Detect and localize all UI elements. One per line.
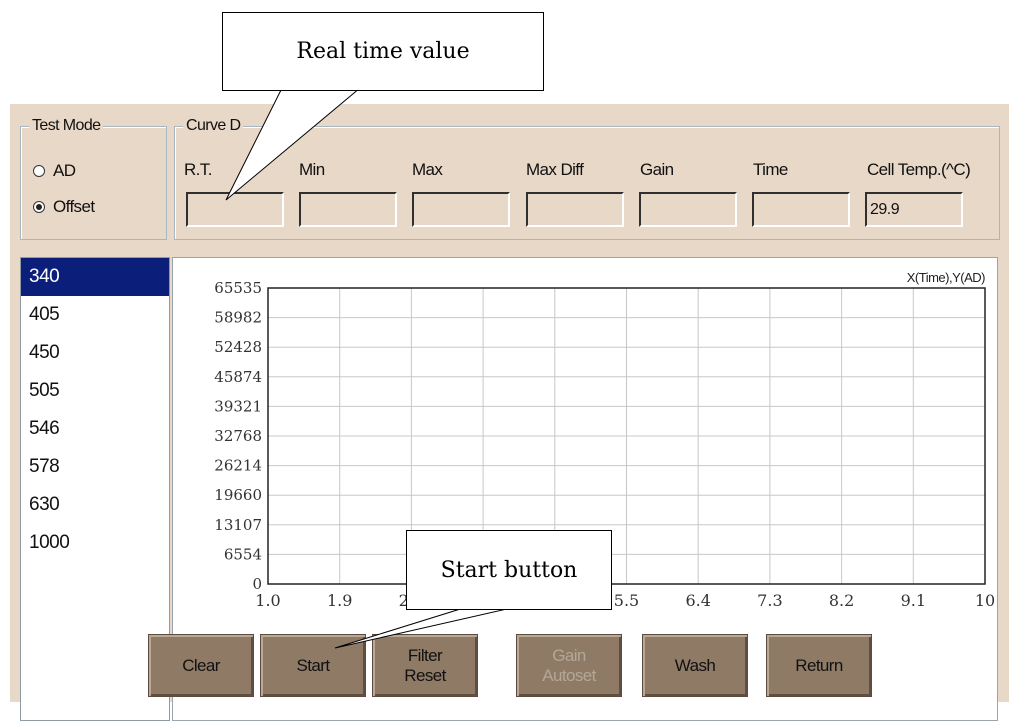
x-tick-label: 1.9 xyxy=(327,591,352,610)
filter-reset-button-label: Filter Reset xyxy=(404,645,446,685)
wavelength-item[interactable]: 546 xyxy=(21,410,169,448)
start-callout: Start button xyxy=(406,530,612,610)
gain-autoset-button-label: Gain Autoset xyxy=(542,645,596,685)
gain-label: Gain xyxy=(640,160,674,179)
start-button-label: Start xyxy=(296,655,331,675)
wavelength-item[interactable]: 578 xyxy=(21,448,169,486)
wavelength-item[interactable]: 630 xyxy=(21,486,169,524)
y-tick-label: 45874 xyxy=(214,368,262,386)
x-tick-label: 7.3 xyxy=(757,591,782,610)
test-mode-legend: Test Mode xyxy=(29,117,104,135)
radio-ad[interactable]: AD xyxy=(33,161,76,181)
clear-button[interactable]: Clear xyxy=(148,634,254,697)
time-value-field xyxy=(752,192,850,227)
y-tick-label: 58982 xyxy=(214,309,262,327)
x-tick-label: 1.0 xyxy=(255,591,280,610)
clear-button-label: Clear xyxy=(182,655,220,675)
wash-button-label: Wash xyxy=(674,655,716,675)
cell-temp-label: Cell Temp.(^C) xyxy=(867,160,971,179)
x-tick-label: 6.4 xyxy=(685,591,710,610)
wavelength-item[interactable]: 340 xyxy=(21,258,169,296)
rt-label: R.T. xyxy=(184,160,212,179)
max-diff-value-field xyxy=(526,192,624,227)
x-tick-label: 8.2 xyxy=(829,591,854,610)
return-button-label: Return xyxy=(795,655,843,675)
cell-temp-value-field: 29.9 xyxy=(865,192,963,227)
y-tick-label: 39321 xyxy=(214,397,262,415)
x-tick-label: 5.5 xyxy=(614,591,639,610)
min-label: Min xyxy=(299,160,325,179)
curve-legend: Curve D xyxy=(183,117,244,135)
y-tick-label: 26214 xyxy=(214,457,262,475)
wavelength-item[interactable]: 1000 xyxy=(21,524,169,562)
wash-button[interactable]: Wash xyxy=(642,634,748,697)
y-tick-label: 32768 xyxy=(214,427,262,445)
realtime-callout: Real time value xyxy=(222,12,544,91)
max-label: Max xyxy=(412,160,443,179)
y-tick-label: 52428 xyxy=(214,338,262,356)
filter-reset-button[interactable]: Filter Reset xyxy=(372,634,478,697)
wavelength-item[interactable]: 505 xyxy=(21,372,169,410)
x-tick-label: 10 xyxy=(975,591,995,610)
start-button[interactable]: Start xyxy=(260,634,366,697)
rt-value-field xyxy=(186,192,284,227)
y-tick-label: 65535 xyxy=(214,279,262,297)
y-tick-label: 19660 xyxy=(214,486,262,504)
radio-offset-label: Offset xyxy=(53,197,95,216)
max-value-field xyxy=(412,192,510,227)
time-label: Time xyxy=(753,160,788,179)
gain-value-field xyxy=(639,192,737,227)
return-button[interactable]: Return xyxy=(766,634,872,697)
chart-corner-label: X(Time),Y(AD) xyxy=(907,270,985,285)
max-diff-label: Max Diff xyxy=(526,160,584,179)
y-tick-label: 13107 xyxy=(214,516,262,534)
x-tick-label: 9.1 xyxy=(901,591,926,610)
radio-offset[interactable]: Offset xyxy=(33,197,95,217)
radio-ad-label: AD xyxy=(53,161,76,180)
device-app-window: Test Mode AD Offset Curve D R.T. Min Max… xyxy=(10,104,1009,721)
y-tick-label: 6554 xyxy=(224,545,262,563)
gain-autoset-button[interactable]: Gain Autoset xyxy=(516,634,622,697)
min-value-field xyxy=(299,192,397,227)
radio-ad-indicator[interactable] xyxy=(33,165,45,177)
wavelength-item[interactable]: 405 xyxy=(21,296,169,334)
radio-offset-indicator[interactable] xyxy=(33,201,45,213)
wavelength-item[interactable]: 450 xyxy=(21,334,169,372)
test-mode-group: Test Mode AD Offset xyxy=(20,117,167,240)
